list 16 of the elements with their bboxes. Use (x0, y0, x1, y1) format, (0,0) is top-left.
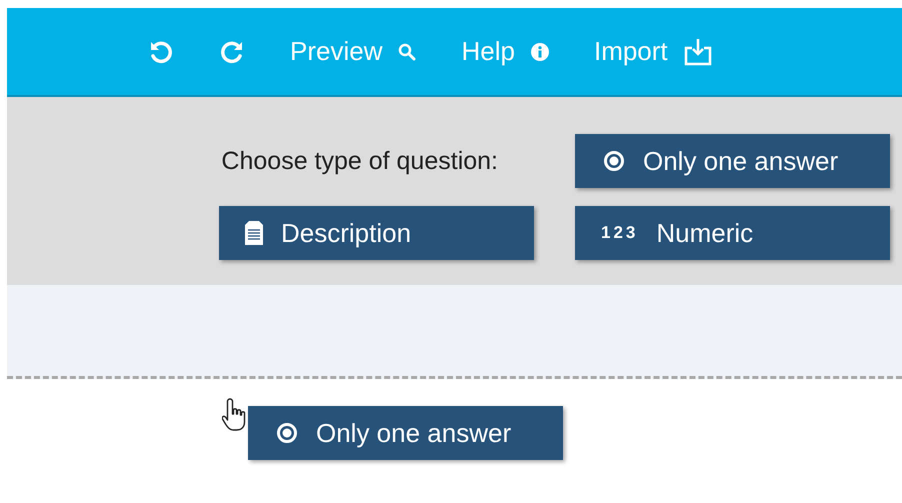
search-icon (398, 42, 416, 60)
import-icon (684, 38, 712, 66)
question-type-button[interactable]: Description (219, 206, 534, 260)
numbers-icon: 123 (601, 223, 638, 243)
dragged-question-button[interactable]: Only one answer (248, 406, 563, 460)
redo-icon (219, 38, 245, 64)
radio-icon (603, 150, 625, 172)
question-type-label: Choose type of question: (221, 146, 499, 176)
info-icon (530, 42, 549, 60)
radio-icon (276, 422, 298, 444)
undo-icon (148, 38, 174, 64)
question-type-button[interactable]: Only one answer (575, 134, 890, 188)
undo-button[interactable] (148, 38, 174, 64)
question-type-button[interactable]: 123 Numeric (575, 206, 890, 260)
document-icon (245, 221, 263, 245)
redo-button[interactable] (219, 38, 245, 64)
